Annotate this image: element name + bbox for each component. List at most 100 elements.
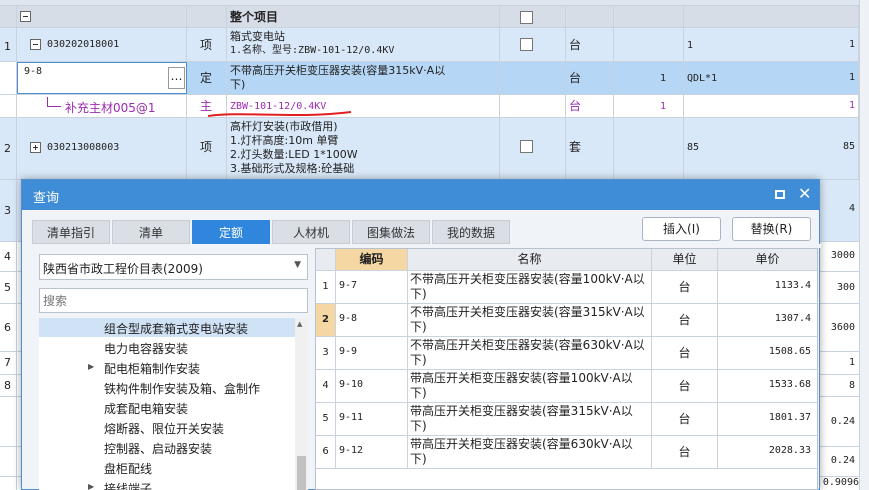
- bill-unit: 台: [566, 28, 614, 61]
- search-input[interactable]: [39, 288, 308, 313]
- row-number: 3: [316, 337, 336, 369]
- quota-code-input[interactable]: 9-8: [24, 66, 42, 77]
- tab-atlas[interactable]: 图集做法: [352, 220, 430, 244]
- quota-price: 2028.33: [768, 445, 811, 456]
- chevron-right-icon[interactable]: ▶: [88, 362, 94, 371]
- tree-scrollbar[interactable]: ▲: [295, 318, 308, 490]
- table-row[interactable]: 2 9-8 不带高压开关柜变压器安装(容量315kV·A以下) 台 1307.4: [316, 304, 817, 337]
- quota-price: 1133.4: [774, 280, 811, 291]
- dialog-title: 查询: [33, 191, 60, 206]
- library-select[interactable]: 陕西省市政工程价目表(2009) ▼: [39, 254, 308, 280]
- quota-code: 9-7: [336, 271, 408, 303]
- quota-unit: 台: [652, 304, 718, 336]
- quota-row-9-8[interactable]: 9-8 … 定 不带高压开关柜变压器安装(容量315kV·A以 下) 台 1 Q…: [0, 62, 869, 95]
- quota-code: 9-9: [336, 337, 408, 369]
- col-unit[interactable]: 单位: [652, 249, 718, 270]
- bill-name: 箱式变电站 1.名称、型号:ZBW-101-12/0.4KV: [227, 28, 500, 61]
- col-code[interactable]: 编码: [336, 249, 408, 270]
- tree-item[interactable]: 接线端子: [104, 480, 152, 490]
- tab-my-data[interactable]: 我的数据: [432, 220, 510, 244]
- row-checkbox[interactable]: [520, 38, 533, 51]
- project-title: 整个项目: [227, 6, 500, 27]
- tree-item[interactable]: 铁构件制作安装及箱、盒制作: [104, 380, 260, 397]
- app-window: 整个项目 1 030202018001 项 箱式变电站 1.名称、型号:ZBW-…: [0, 0, 869, 490]
- total: 1: [848, 72, 855, 83]
- quota-content: 1: [614, 62, 684, 94]
- bill-kind: 项: [187, 28, 227, 61]
- row-index: 3: [0, 180, 17, 241]
- row-index: 4: [0, 242, 17, 271]
- total: 1: [848, 357, 855, 368]
- table-row[interactable]: 3 9-9 不带高压开关柜变压器安装(容量630kV·A以下) 台 1508.65: [316, 337, 817, 370]
- quota-price: 1307.4: [774, 313, 811, 324]
- quota-name: 不带高压开关柜变压器安装(容量630kV·A以下): [408, 337, 652, 369]
- quota-name: 带高压开关柜变压器安装(容量100kV·A以下): [408, 370, 652, 402]
- tab-labor-material[interactable]: 人材机: [272, 220, 350, 244]
- row-index: 2: [0, 118, 17, 179]
- material-code: 补充主材005@1: [65, 101, 156, 115]
- total: 8: [848, 380, 855, 391]
- quota-unit: 台: [652, 337, 718, 369]
- total: 0.24: [830, 455, 855, 466]
- tree-item[interactable]: 组合型成套箱式变电站安装: [104, 320, 248, 337]
- bill-row-2[interactable]: 2 030213008003 项 高杆灯安装(市政借用) 1.灯杆高度:10m …: [0, 118, 869, 180]
- tree-item[interactable]: 成套配电箱安装: [104, 400, 188, 417]
- material-content: 1: [614, 95, 684, 117]
- name-line: 1.灯杆高度:10m 单臂: [230, 134, 339, 147]
- row-index: 7: [0, 352, 17, 374]
- tab-quota[interactable]: 定额: [192, 220, 270, 244]
- chevron-right-icon[interactable]: ▶: [88, 482, 94, 490]
- library-select-value: 陕西省市政工程价目表(2009): [43, 262, 203, 276]
- dialog-title-bar[interactable]: 查询 ✕: [22, 180, 819, 210]
- project-row[interactable]: 整个项目: [0, 6, 869, 28]
- grid-scrollbar[interactable]: [859, 0, 869, 490]
- tab-bill[interactable]: 清单: [112, 220, 190, 244]
- tree-item[interactable]: 熔断器、限位开关安装: [104, 420, 224, 437]
- maximize-icon[interactable]: [775, 190, 785, 199]
- quota-code: 9-10: [336, 370, 408, 402]
- quota-price: 1801.37: [768, 412, 811, 423]
- table-row[interactable]: 4 9-10 带高压开关柜变压器安装(容量100kV·A以下) 台 1533.68: [316, 370, 817, 403]
- tree-item[interactable]: 盘柜配线: [104, 460, 152, 477]
- qty-expr: 85: [684, 118, 859, 179]
- row-number: 4: [316, 370, 336, 402]
- row-checkbox[interactable]: [520, 140, 533, 153]
- col-name[interactable]: 名称: [408, 249, 652, 270]
- col-price[interactable]: 单价: [718, 249, 817, 270]
- qty-expr: 1: [684, 28, 859, 61]
- replace-button[interactable]: 替换(R): [732, 217, 811, 241]
- table-row[interactable]: 5 9-11 带高压开关柜变压器安装(容量315kV·A以下) 台 1801.37: [316, 403, 817, 436]
- row-number: 5: [316, 403, 336, 435]
- tree-item[interactable]: 控制器、启动器安装: [104, 440, 212, 457]
- project-checkbox[interactable]: [520, 11, 533, 24]
- quota-name: 不带高压开关柜变压器安装(容量100kV·A以下): [408, 271, 652, 303]
- quota-code: 9-8: [336, 304, 408, 336]
- bill-row-1[interactable]: 1 030202018001 项 箱式变电站 1.名称、型号:ZBW-101-1…: [0, 28, 869, 62]
- insert-button[interactable]: 插入(I): [642, 217, 721, 241]
- quota-code: 9-12: [336, 436, 408, 468]
- collapse-icon[interactable]: [30, 39, 41, 50]
- more-button[interactable]: …: [168, 67, 185, 89]
- row-index: 6: [0, 304, 17, 351]
- name-line: 不带高压开关柜变压器安装(容量315kV·A以: [230, 64, 446, 77]
- qty-expr: QDL*1: [684, 62, 859, 94]
- quota-kind: 定: [187, 62, 227, 94]
- total: 300: [836, 282, 855, 293]
- scroll-up-icon[interactable]: ▲: [297, 320, 302, 328]
- name-line: 下): [230, 78, 246, 91]
- material-row[interactable]: 补充主材005@1 主 ZBW-101-12/0.4KV 台 1 1: [0, 95, 869, 118]
- tab-bill-guide[interactable]: 清单指引: [32, 220, 110, 244]
- table-row[interactable]: 6 9-12 带高压开关柜变压器安装(容量630kV·A以下) 台 2028.33: [316, 436, 817, 469]
- expand-icon[interactable]: [30, 142, 41, 153]
- quota-name: 不带高压开关柜变压器安装(容量315kV·A以下): [408, 304, 652, 336]
- row-number: 2: [316, 304, 336, 336]
- tree-item[interactable]: 配电柜箱制作安装: [104, 360, 200, 377]
- tree-item[interactable]: 电力电容器安装: [104, 340, 188, 357]
- quota-price: 1508.65: [768, 346, 811, 357]
- bill-code: 030213008003: [47, 142, 120, 153]
- quota-unit: 台: [566, 62, 614, 94]
- close-icon[interactable]: ✕: [798, 184, 811, 203]
- table-row[interactable]: 1 9-7 不带高压开关柜变压器安装(容量100kV·A以下) 台 1133.4: [316, 271, 817, 304]
- total: 3000: [830, 250, 855, 261]
- scroll-thumb[interactable]: [297, 456, 306, 490]
